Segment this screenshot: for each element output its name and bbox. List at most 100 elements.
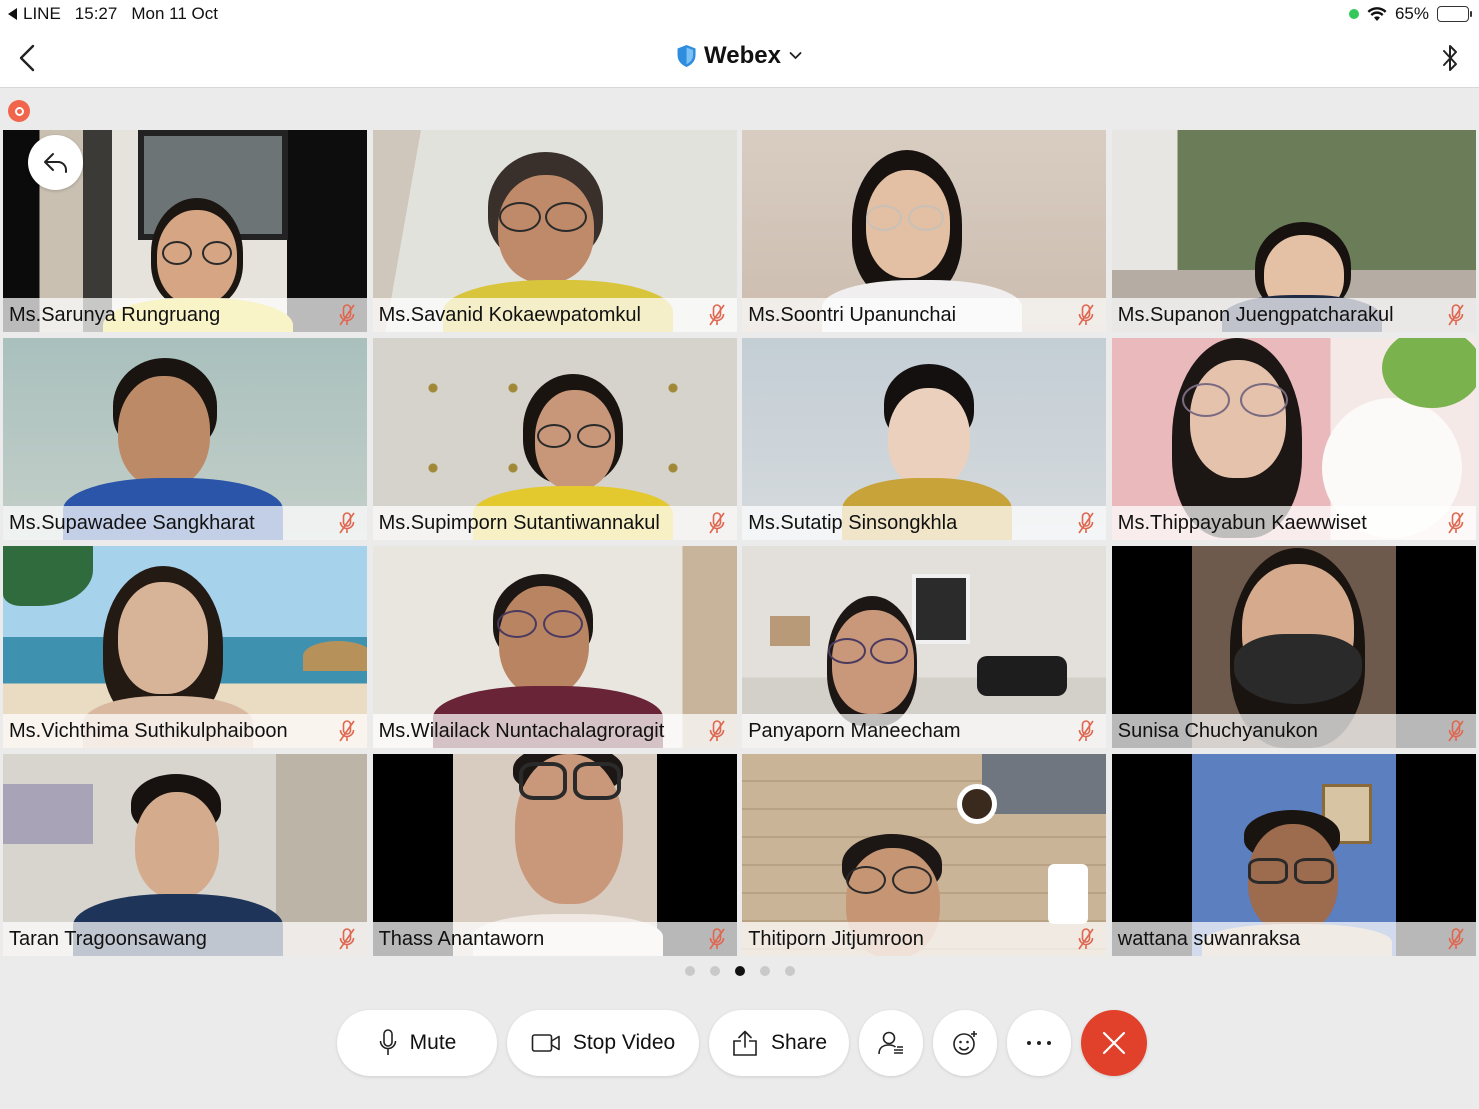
back-triangle-icon [8,8,17,20]
participant-glasses [576,424,611,448]
participant-face [498,586,589,696]
participant-name-bar: Ms.Vichthima Suthikulphaiboon [3,714,367,748]
bluetooth-icon[interactable] [1437,40,1463,76]
muted-mic-icon [1448,304,1464,326]
record-icon [14,106,24,116]
stop-video-button[interactable]: Stop Video [507,1010,699,1076]
mute-button[interactable]: Mute [337,1010,497,1076]
participant-tile[interactable]: Thitiporn Jitjumroon [742,754,1107,956]
muted-mic-icon [708,304,725,326]
smiley-plus-icon [953,1031,977,1055]
participants-icon [878,1031,903,1055]
participant-name: Ms.Supanon Juengpatcharakul [1117,303,1394,326]
muted-mic-icon [708,512,725,534]
participant-name-bar: Sunisa Chuchyanukon [1111,714,1476,748]
participant-name-bar: Thitiporn Jitjumroon [742,922,1107,956]
participant-face [135,792,219,898]
participant-tile[interactable]: Ms.Supimporn Sutantiwannakul [372,338,737,540]
muted-mic-icon [1078,720,1094,742]
share-label: Share [770,1031,828,1054]
participant-tile[interactable]: Ms.Supanon Juengpatcharakul [1111,130,1476,332]
participant-tile[interactable]: wattana suwanraksa [1111,754,1476,956]
meeting-title: Webex [704,42,781,69]
back-to-app[interactable]: LINE [8,4,61,24]
participant-tile[interactable]: Sunisa Chuchyanukon [1111,546,1476,748]
cushion-background [977,656,1068,696]
page-dot[interactable] [759,966,770,976]
status-date: Mon 11 Oct [131,4,218,23]
muted-mic-icon [339,720,355,742]
muted-mic-icon [708,928,725,950]
participant-glasses [542,610,583,638]
participant-glasses [1181,383,1230,417]
muted-mic-icon [1078,512,1094,534]
page-dot[interactable] [784,966,795,976]
leave-meeting-button[interactable] [1081,1010,1147,1076]
muted-mic-icon [1078,304,1094,326]
participant-name-bar: wattana suwanraksa [1111,922,1476,956]
participant-glasses [828,638,867,664]
shelf-background [3,784,93,844]
participant-tile[interactable]: Ms.Soontri Upanunchai [742,130,1107,332]
participant-glasses [202,241,232,265]
participant-tile[interactable]: Ms.Supawadee Sangkharat [3,338,367,540]
share-icon [733,1030,757,1056]
participant-glasses [1247,858,1288,884]
participant-tile[interactable]: Ms.Wilailack Nuntachalagroragit [372,546,737,748]
participant-glasses [866,205,903,231]
participant-name: Ms.Supimporn Sutantiwannakul [378,511,660,534]
participant-tile[interactable]: Ms.Sarunya Rungruang [3,130,367,332]
participant-tile[interactable]: Ms.Thippayabun Kaewwiset [1111,338,1476,540]
lamp-background [770,616,811,646]
face-mask [1233,634,1362,704]
participant-name: Ms.Soontri Upanunchai [748,303,957,326]
meeting-header: Webex [0,28,1479,88]
tile-back-button[interactable] [28,135,83,190]
back-chevron-icon[interactable] [14,40,44,76]
beach-umbrella-background [303,641,367,671]
participant-tile[interactable]: Ms.Vichthima Suthikulphaiboon [3,546,367,748]
reactions-button[interactable] [933,1010,997,1076]
more-options-button[interactable] [1007,1010,1071,1076]
mute-label: Mute [409,1031,457,1054]
participant-face [118,376,210,488]
participant-glasses [518,762,567,800]
page-dot[interactable] [709,966,720,976]
muted-mic-icon [339,512,355,534]
participant-name: Sunisa Chuchyanukon [1117,719,1318,742]
recording-indicator[interactable] [8,100,30,122]
participant-tile[interactable]: Ms.Savanid Kokaewpatomkul [372,130,737,332]
participant-glasses [846,866,887,894]
microphone-icon [379,1029,396,1055]
picture-frame-background [912,574,971,644]
muted-mic-icon [1448,512,1464,534]
participant-name: Ms.Wilailack Nuntachalagroragit [378,719,665,742]
page-dot-current[interactable] [734,966,745,976]
page-dot[interactable] [684,966,695,976]
participants-button[interactable] [859,1010,923,1076]
close-icon [1102,1031,1126,1055]
participant-glasses [572,762,621,800]
participant-glasses [908,205,945,231]
participant-glasses [498,202,541,232]
participant-name-bar: Ms.Soontri Upanunchai [742,298,1107,332]
participant-glasses [892,866,933,894]
participant-glasses [870,638,909,664]
participant-tile[interactable]: Panyaporn Maneecham [742,546,1107,748]
participant-name-bar: Thass Anantaworn [372,922,737,956]
participant-glasses [544,202,587,232]
status-time: 15:27 [74,4,118,23]
muted-mic-icon [1078,928,1094,950]
phone-background [1048,864,1089,924]
participant-name: Ms.Sutatip Sinsongkhla [748,511,958,534]
participant-tile[interactable]: Taran Tragoonsawang [3,754,367,956]
muted-mic-icon [708,720,725,742]
meeting-title-dropdown[interactable]: Webex [676,42,803,70]
share-button[interactable]: Share [709,1010,849,1076]
participant-tile[interactable]: Thass Anantaworn [372,754,737,956]
participant-name: Panyaporn Maneecham [748,719,961,742]
participant-name-bar: Ms.Savanid Kokaewpatomkul [372,298,737,332]
participant-name-bar: Ms.Supawadee Sangkharat [3,506,367,540]
participant-grid: Ms.Sarunya Rungruang Ms.Savanid Kokaewpa… [3,130,1476,956]
participant-tile[interactable]: Ms.Sutatip Sinsongkhla [742,338,1107,540]
